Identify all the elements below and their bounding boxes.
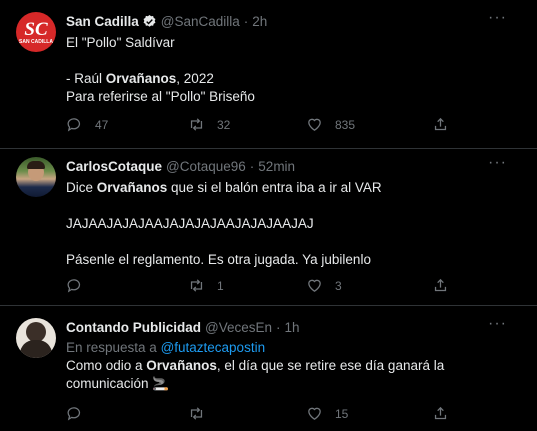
timestamp[interactable]: 2h: [252, 14, 267, 29]
tweet-text-line: Para referirse al "Pollo" Briseño: [66, 89, 255, 104]
avatar-hair: [27, 161, 45, 169]
retweet-icon: [190, 279, 203, 292]
retweet-count: 1: [217, 278, 224, 293]
display-name[interactable]: Contando Publicidad: [66, 320, 201, 335]
share-icon: [434, 117, 447, 131]
tweet-text-line: Pásenle el reglamento. Es otra jugada. Y…: [66, 252, 371, 267]
user-handle[interactable]: @VecesEn: [205, 320, 272, 335]
reply-icon: [67, 407, 81, 421]
user-handle[interactable]: @Cotaque96: [166, 159, 246, 174]
bold-keyword: Orvañanos: [105, 71, 177, 86]
timestamp[interactable]: 52min: [258, 159, 295, 174]
more-options-icon[interactable]: ···: [488, 10, 507, 26]
tweet-text-line: El "Pollo" Saldívar: [66, 35, 175, 50]
display-name[interactable]: CarlosCotaque: [66, 159, 162, 174]
reply-handle-link[interactable]: @futaztecapostin: [161, 340, 266, 355]
share-icon: [434, 406, 447, 420]
separator-dot: ·: [243, 13, 249, 29]
separator-dot: ·: [276, 319, 281, 335]
display-name[interactable]: San Cadilla: [66, 14, 139, 29]
tweet-text-line: Como odio a Orvañanos, el día que se ret…: [66, 357, 521, 375]
reply-context: En respuesta a @futaztecapostin: [66, 339, 521, 357]
separator-dot: ·: [249, 158, 255, 174]
tweet-header: CarlosCotaque @Cotaque96 · 52min: [66, 157, 521, 175]
avatar[interactable]: SC SAN CADILLA: [16, 12, 56, 52]
reply-button[interactable]: [66, 405, 95, 422]
bold-keyword: Orvañanos: [96, 180, 168, 195]
like-button[interactable]: 15: [306, 405, 348, 422]
text-segment: - Raúl: [66, 71, 106, 86]
avatar-logo-subtext: SAN CADILLA: [19, 38, 53, 45]
retweet-icon: [190, 407, 203, 420]
more-options-icon[interactable]: ···: [488, 155, 507, 171]
tweet[interactable]: Contando Publicidad @VecesEn · 1h ··· En…: [0, 306, 537, 431]
reply-button[interactable]: 47: [66, 116, 108, 133]
text-segment: que si el balón entra iba a ir al VAR: [167, 180, 382, 195]
heart-icon: [308, 407, 321, 420]
heart-icon: [308, 279, 321, 292]
share-button[interactable]: [432, 277, 449, 294]
tweet-body: Contando Publicidad @VecesEn · 1h ··· En…: [66, 316, 521, 393]
tweet-text-line: Dice Orvañanos que si el balón entra iba…: [66, 179, 521, 197]
reply-icon: [67, 118, 81, 132]
tweet-header: Contando Publicidad @VecesEn · 1h: [66, 318, 521, 336]
text-segment: Como odio a: [66, 358, 147, 373]
reply-icon: [67, 279, 81, 293]
heart-icon: [308, 118, 321, 131]
text-segment: Dice: [66, 180, 97, 195]
tweet-text-line: comunicación 🚬: [66, 376, 170, 391]
share-button[interactable]: [432, 405, 449, 422]
like-count: 3: [335, 278, 342, 293]
tweet-text-blank: [66, 233, 521, 251]
avatar-head: [26, 322, 46, 342]
tweet-body: San Cadilla @SanCadilla · 2h ··· El "Pol…: [66, 10, 521, 106]
tweet-text-line: - Raúl Orvañanos, 2022: [66, 70, 521, 88]
tweet[interactable]: SC SAN CADILLA San Cadilla @SanCadilla ·…: [0, 0, 537, 148]
text-segment: , 2022: [176, 71, 214, 86]
retweet-button[interactable]: 32: [188, 116, 230, 133]
retweet-count: 32: [217, 117, 231, 132]
user-handle[interactable]: @SanCadilla: [161, 14, 240, 29]
like-count: 835: [335, 117, 356, 132]
retweet-button[interactable]: 1: [188, 277, 224, 294]
like-button[interactable]: 3: [306, 277, 342, 294]
tweet-body: CarlosCotaque @Cotaque96 · 52min ··· Dic…: [66, 155, 521, 269]
tweet-text-blank: [66, 52, 521, 70]
share-button[interactable]: [432, 116, 449, 133]
retweet-icon: [190, 118, 203, 131]
avatar-logo-text: SC: [24, 18, 48, 40]
text-segment: , el día que se retire ese día ganará la: [216, 358, 445, 373]
verified-badge-icon: [143, 14, 156, 27]
reply-button[interactable]: [66, 277, 95, 294]
reply-count: 47: [95, 117, 109, 132]
tweet-header: San Cadilla @SanCadilla · 2h: [66, 12, 521, 30]
tweet-text-blank: [66, 197, 521, 215]
retweet-button[interactable]: [188, 405, 217, 422]
tweet[interactable]: CarlosCotaque @Cotaque96 · 52min ··· Dic…: [0, 149, 537, 304]
bold-keyword: Orvañanos: [146, 358, 217, 373]
like-count: 15: [335, 406, 349, 421]
reply-prefix: En respuesta a: [66, 340, 161, 355]
share-icon: [434, 278, 447, 292]
tweet-text-line: JAJAAJAJAJAAJAJAJAJAAJAJAJAAJAJ: [66, 216, 314, 231]
avatar[interactable]: [16, 318, 56, 358]
avatar-body: [20, 340, 52, 358]
timeline: SC SAN CADILLA San Cadilla @SanCadilla ·…: [0, 0, 537, 431]
timestamp[interactable]: 1h: [285, 320, 300, 335]
more-options-icon[interactable]: ···: [488, 316, 507, 332]
like-button[interactable]: 835: [306, 116, 355, 133]
avatar[interactable]: [16, 157, 56, 197]
